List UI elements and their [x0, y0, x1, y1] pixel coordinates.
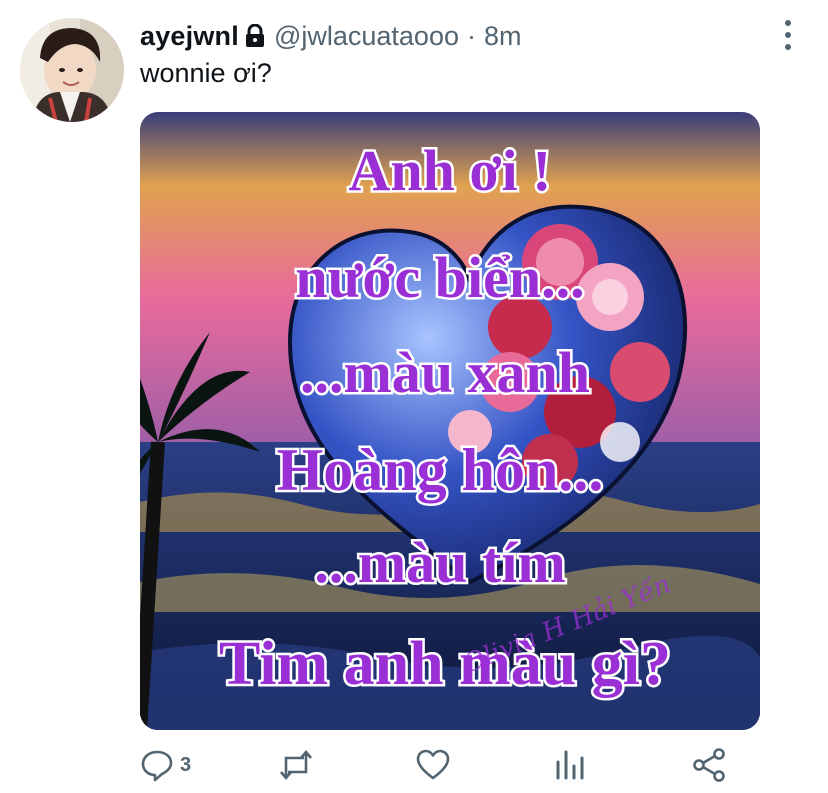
- user-handle[interactable]: @jwlacuataooo: [274, 21, 459, 52]
- tweet-text: wonnie ơi?: [140, 58, 272, 88]
- reply-count: 3: [180, 753, 192, 776]
- timestamp[interactable]: 8m: [484, 21, 522, 52]
- tweet-actions: 3: [140, 743, 740, 787]
- image-text-line-1: Anh ơi !: [349, 138, 552, 203]
- separator-dot: ·: [466, 20, 476, 51]
- image-text-line-4: Hoàng hôn...: [277, 437, 604, 503]
- image-text-line-3: ...màu xanh: [300, 340, 590, 405]
- display-name[interactable]: ayejwnl: [140, 21, 239, 52]
- lock-icon: [244, 24, 266, 48]
- image-text-line-5: ...màu tím: [314, 530, 565, 595]
- share-button[interactable]: [692, 743, 726, 787]
- analytics-button[interactable]: [554, 743, 586, 787]
- analytics-icon: [554, 748, 586, 782]
- tweet[interactable]: ayejwnl @jwlacuataooo · 8m wonnie ơi? An…: [0, 0, 828, 793]
- image-text-line-6: Tim anh màu gì?: [219, 630, 671, 698]
- tweet-image[interactable]: Anh ơi ! nước biển... ...màu xanh Hoàng …: [140, 112, 760, 730]
- like-button[interactable]: [416, 743, 450, 787]
- image-text-line-2: nước biển...: [295, 245, 584, 310]
- retweet-icon: [278, 748, 314, 782]
- retweet-button[interactable]: [278, 743, 314, 787]
- share-icon: [692, 748, 726, 782]
- reply-button[interactable]: 3: [140, 743, 191, 787]
- like-icon: [416, 749, 450, 781]
- avatar[interactable]: [20, 18, 124, 122]
- reply-icon: [140, 748, 174, 782]
- more-options-icon[interactable]: [778, 20, 798, 50]
- tweet-header: ayejwnl @jwlacuataooo · 8m: [140, 18, 808, 54]
